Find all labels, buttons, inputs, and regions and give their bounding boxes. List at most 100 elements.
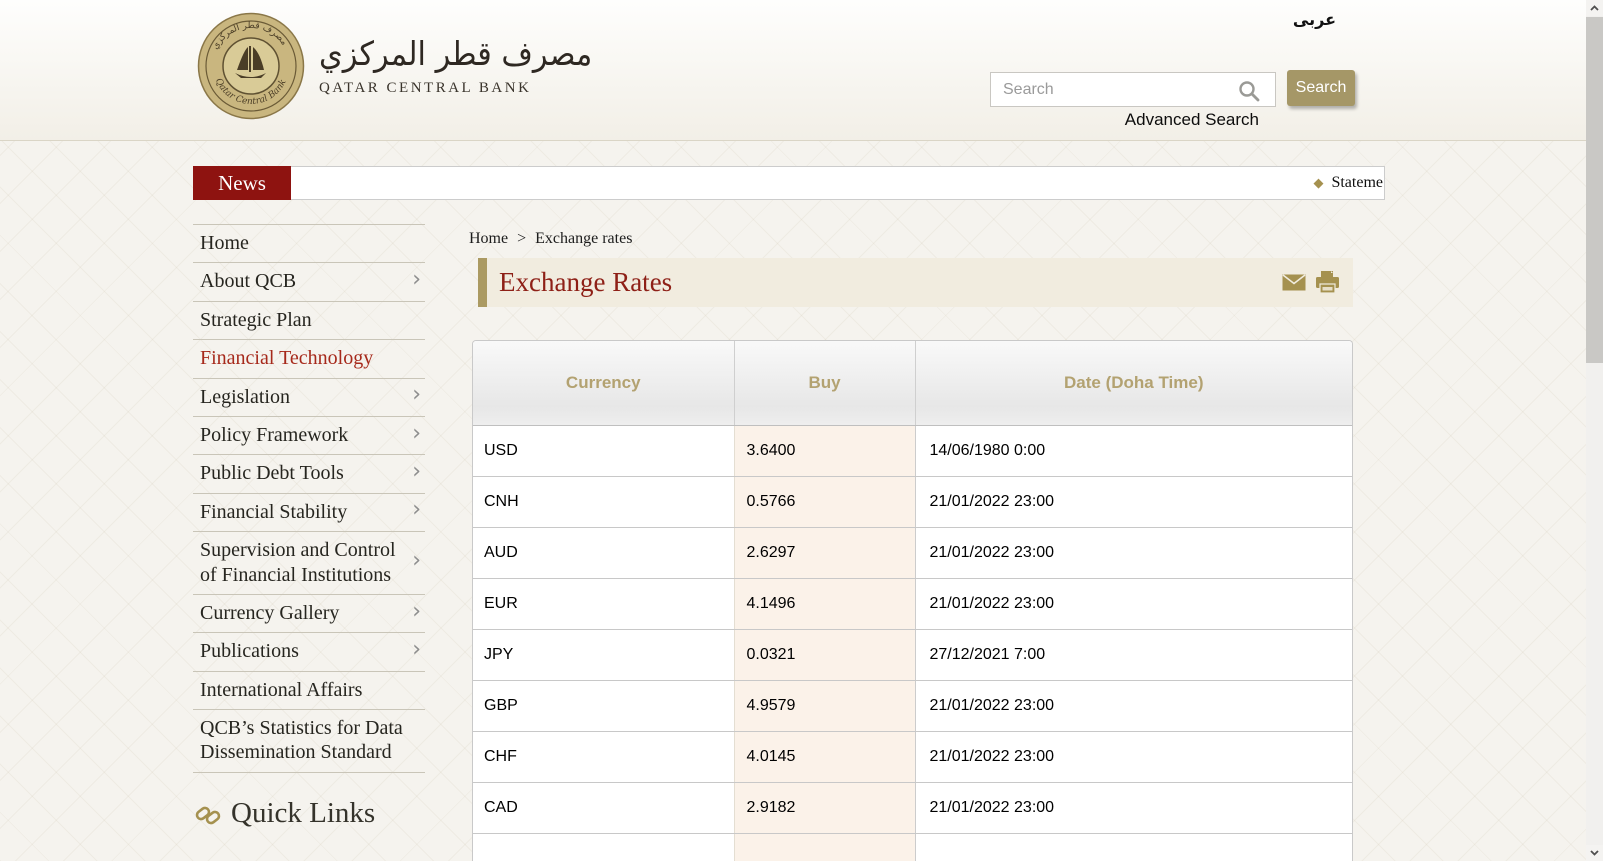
sidebar-item-label: Home — [200, 232, 249, 254]
search-icon[interactable] — [1238, 80, 1260, 102]
ticker-item-text[interactable]: Stateme — [1331, 174, 1383, 192]
chevron-right-icon: › — [412, 267, 421, 294]
sidebar-item-about-qcb[interactable]: About QCB › — [193, 263, 425, 301]
email-icon[interactable] — [1282, 274, 1306, 291]
breadcrumb-home-link[interactable]: Home — [469, 230, 508, 247]
cell-date: 21/01/2022 23:00 — [915, 476, 1352, 527]
breadcrumb-current: Exchange rates — [535, 230, 632, 247]
sidebar-item-label: Financial Technology — [200, 347, 373, 369]
sidebar-item-international-affairs[interactable]: International Affairs — [193, 672, 425, 710]
chevron-right-icon: › — [412, 548, 421, 575]
sidebar-item-policy-framework[interactable]: Policy Framework› — [193, 417, 425, 455]
sidebar-item-supervision-and-control-of-financial-institutions[interactable]: Supervision and Control of Financial Ins… — [193, 532, 425, 595]
page-title-band: Exchange Rates — [478, 258, 1353, 307]
sidebar-item-financial-stability[interactable]: Financial Stability › — [193, 494, 425, 532]
cell-buy: 0.0321 — [734, 629, 915, 680]
cell-buy: 3.6400 — [734, 425, 915, 476]
cell-currency: USD — [473, 425, 734, 476]
cell-date — [915, 833, 1352, 861]
sidebar-item-label: QCB’s Statistics for Data Dissemination … — [200, 717, 403, 763]
column-header-currency: Currency — [473, 341, 734, 425]
table-row-usd: USD3.640014/06/1980 0:00 — [473, 425, 1352, 476]
chain-link-icon — [195, 800, 221, 826]
quick-links-title[interactable]: Quick Links — [231, 797, 375, 830]
qcb-seal-icon: مصرف قطر المركزي Qatar Central Bank — [197, 12, 305, 120]
search-button[interactable]: Search — [1287, 70, 1355, 106]
sidebar-item-strategic-plan[interactable]: Strategic Plan — [193, 302, 425, 340]
exchange-rates-table: Currency Buy Date (Doha Time) USD3.64001… — [472, 340, 1353, 861]
sidebar-item-public-debt-tools[interactable]: Public Debt Tools › — [193, 455, 425, 493]
sidebar-item-financial-technology[interactable]: Financial Technology — [193, 340, 425, 378]
chevron-right-icon: › — [412, 637, 421, 664]
scroll-down-icon[interactable] — [1586, 845, 1603, 861]
cell-date: 21/01/2022 23:00 — [915, 680, 1352, 731]
chevron-right-icon: › — [412, 382, 421, 409]
logo-text: مصرف قطر المركزي QATAR CENTRAL BANK — [319, 12, 494, 97]
chevron-right-icon: › — [412, 599, 421, 626]
sidebar-item-label: Legislation — [200, 386, 290, 408]
cell-buy — [734, 833, 915, 861]
cell-currency: CAD — [473, 782, 734, 833]
scroll-up-icon[interactable] — [1586, 0, 1603, 16]
table-row-aud: AUD2.629721/01/2022 23:00 — [473, 527, 1352, 578]
chevron-right-icon: › — [412, 421, 421, 448]
cell-buy: 2.6297 — [734, 527, 915, 578]
cell-buy: 0.5766 — [734, 476, 915, 527]
sidebar-item-currency-gallery[interactable]: Currency Gallery › — [193, 595, 425, 633]
sidebar-item-qcb-s-statistics-for-data-dissemination-standard[interactable]: QCB’s Statistics for Data Dissemination … — [193, 710, 425, 773]
news-label: News — [193, 166, 291, 200]
page-title: Exchange Rates — [499, 267, 672, 298]
table-row-eur: EUR4.149621/01/2022 23:00 — [473, 578, 1352, 629]
sidebar-item-home[interactable]: Home — [193, 224, 425, 263]
cell-currency: CNH — [473, 476, 734, 527]
sidebar-item-label: Public Debt Tools — [200, 462, 344, 484]
arabic-language-link[interactable]: عربى — [1293, 10, 1336, 29]
cell-buy: 2.9182 — [734, 782, 915, 833]
sidebar-item-legislation[interactable]: Legislation › — [193, 379, 425, 417]
table-row-cad: CAD2.918221/01/2022 23:00 — [473, 782, 1352, 833]
arabic-calligraphy: مصرف قطر المركزي — [319, 36, 480, 72]
rates-table-body: USD3.640014/06/1980 0:00CNH0.576621/01/2… — [473, 425, 1352, 861]
cell-date: 27/12/2021 7:00 — [915, 629, 1352, 680]
cell-currency: AUD — [473, 527, 734, 578]
print-icon[interactable] — [1315, 271, 1340, 294]
table-row-cnh: CNH0.576621/01/2022 23:00 — [473, 476, 1352, 527]
sidebar-item-publications[interactable]: Publications› — [193, 633, 425, 671]
sidebar-item-label: Financial Stability — [200, 501, 347, 523]
table-row-partial — [473, 833, 1352, 861]
sidebar-item-label: About QCB — [200, 270, 296, 292]
ticker-item[interactable]: ◆ Stateme — [1313, 167, 1383, 199]
advanced-search-link[interactable]: Advanced Search — [1125, 110, 1259, 130]
cell-date: 21/01/2022 23:00 — [915, 731, 1352, 782]
cell-currency: GBP — [473, 680, 734, 731]
chevron-right-icon: › — [412, 498, 421, 525]
search-input[interactable] — [990, 72, 1276, 107]
scrollbar-thumb[interactable] — [1586, 17, 1603, 363]
chevron-right-icon: › — [412, 459, 421, 486]
news-ticker: ◆ Stateme — [291, 166, 1385, 200]
sidebar-item-label: International Affairs — [200, 679, 362, 701]
cell-buy: 4.9579 — [734, 680, 915, 731]
cell-currency: JPY — [473, 629, 734, 680]
table-row-jpy: JPY0.032127/12/2021 7:00 — [473, 629, 1352, 680]
breadcrumb: Home > Exchange rates — [469, 230, 632, 248]
title-band-icons — [1282, 258, 1340, 307]
cell-currency: EUR — [473, 578, 734, 629]
cell-date: 21/01/2022 23:00 — [915, 527, 1352, 578]
cell-date: 21/01/2022 23:00 — [915, 578, 1352, 629]
title-accent-bar — [478, 258, 487, 307]
vertical-scrollbar[interactable] — [1586, 0, 1603, 861]
quick-links-header: Quick Links — [193, 797, 425, 830]
table-row-chf: CHF4.014521/01/2022 23:00 — [473, 731, 1352, 782]
diamond-bullet-icon: ◆ — [1313, 176, 1323, 191]
sidebar-item-label: Currency Gallery — [200, 602, 339, 624]
table-header-row: Currency Buy Date (Doha Time) — [473, 341, 1352, 425]
bank-name-text: QATAR CENTRAL BANK — [319, 80, 494, 97]
cell-date: 21/01/2022 23:00 — [915, 782, 1352, 833]
cell-buy: 4.0145 — [734, 731, 915, 782]
site-header: عربى مصرف قطر المركزي Qatar Central Bank — [0, 0, 1586, 141]
cell-date: 14/06/1980 0:00 — [915, 425, 1352, 476]
cell-currency — [473, 833, 734, 861]
sidebar-nav: Home About QCB › Strategic Plan Financial Te… — [193, 224, 425, 773]
cell-currency: CHF — [473, 731, 734, 782]
